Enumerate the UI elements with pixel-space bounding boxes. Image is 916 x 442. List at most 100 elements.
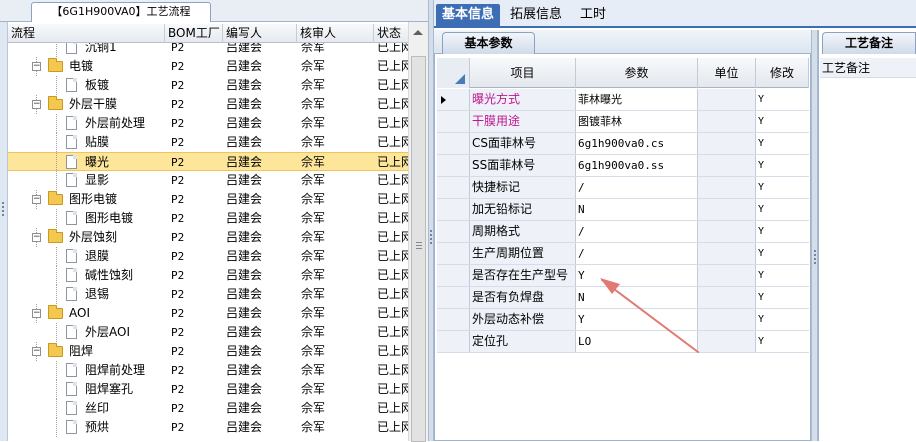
bom-factory-cell: P2 xyxy=(171,79,185,92)
bom-factory-cell: P2 xyxy=(171,307,185,320)
tree-row[interactable]: 图形电镀 P2 吕建会 佘军 已上网 xyxy=(8,209,408,228)
tree-connector xyxy=(56,399,57,418)
tree-row[interactable]: 曝光 P2 吕建会 佘军 已上网 xyxy=(8,152,408,172)
process-tree: 沉铜1 P2 吕建会 佘军 已上网 − 电镀 P2 吕建会 佘军 已上网 板镀 P2 吕建会 佘军 已上网 − 外… xyxy=(8,43,408,441)
col-header-author[interactable]: 编写人 xyxy=(223,24,297,43)
param-row[interactable]: SS面菲林号 6g1h900va0.ss Y xyxy=(437,155,809,177)
param-unit-cell xyxy=(698,199,756,220)
param-value-cell[interactable]: 6g1h900va0.ss xyxy=(576,155,698,176)
status-cell: 已上网 xyxy=(377,363,408,377)
tree-node-label: 图形电镀 xyxy=(85,211,134,225)
param-item-cell: 定位孔 xyxy=(470,331,576,352)
tree-row[interactable]: 外层AOI P2 吕建会 佘军 已上网 xyxy=(8,323,408,342)
tree-row[interactable]: 碱性蚀刻 P2 吕建会 佘军 已上网 xyxy=(8,266,408,285)
tree-row[interactable]: 预烘 P2 吕建会 佘军 已上网 xyxy=(8,418,408,437)
tree-row[interactable]: 阻焊塞孔 P2 吕建会 佘军 已上网 xyxy=(8,380,408,399)
param-row[interactable]: 周期格式 / Y xyxy=(437,221,809,243)
row-indicator xyxy=(437,199,470,220)
col-header-param[interactable]: 参数 xyxy=(576,58,698,88)
author-cell: 吕建会 xyxy=(226,420,263,434)
col-header-modify[interactable]: 修改 xyxy=(756,58,809,88)
status-cell: 已上网 xyxy=(377,173,408,187)
param-modify-cell: Y xyxy=(758,248,765,259)
tree-connector xyxy=(56,153,57,172)
status-cell: 已上网 xyxy=(377,325,408,339)
annotation-arrow xyxy=(600,278,699,353)
bom-factory-cell: P2 xyxy=(171,43,185,54)
tree-node-label: 退膜 xyxy=(85,249,110,263)
document-icon xyxy=(66,363,77,377)
collapse-icon[interactable]: − xyxy=(32,100,41,109)
folder-icon xyxy=(48,96,63,110)
tree-row[interactable]: 贴膜 P2 吕建会 佘军 已上网 xyxy=(8,133,408,152)
tree-row[interactable]: − 阻焊 P2 吕建会 佘军 已上网 xyxy=(8,342,408,361)
collapse-icon[interactable]: − xyxy=(32,62,41,71)
param-value-cell[interactable]: / xyxy=(576,221,698,242)
grid-corner[interactable] xyxy=(437,58,470,88)
left-collapse-splitter[interactable] xyxy=(0,22,8,441)
process-notes-field[interactable]: 工艺备注 xyxy=(820,58,916,78)
param-row[interactable]: 干膜用途 图镀菲林 Y xyxy=(437,111,809,133)
tree-node-label: 图形电镀 xyxy=(69,192,118,206)
param-row[interactable]: CS面菲林号 6g1h900va0.cs Y xyxy=(437,133,809,155)
bom-factory-cell: P2 xyxy=(171,156,185,169)
param-modify-cell: Y xyxy=(758,116,765,127)
param-value-cell[interactable]: 6g1h900va0.cs xyxy=(576,133,698,154)
col-header-flow[interactable]: 流程 xyxy=(8,24,165,43)
tree-row[interactable]: 外层前处理 P2 吕建会 佘军 已上网 xyxy=(8,114,408,133)
tree-row[interactable]: 显影 P2 吕建会 佘军 已上网 xyxy=(8,171,408,190)
param-row[interactable]: 生产周期位置 / Y xyxy=(437,243,809,265)
param-value-cell[interactable]: / xyxy=(576,243,698,264)
tree-connector xyxy=(56,380,57,399)
param-row[interactable]: 快捷标记 / Y xyxy=(437,177,809,199)
tab-basic-info[interactable]: 基本信息 xyxy=(436,4,501,28)
process-flow-tab[interactable]: 【6G1H900VA0】工艺流程 xyxy=(31,2,211,22)
tree-vertical-scrollbar[interactable] xyxy=(408,22,428,442)
collapse-icon[interactable]: − xyxy=(32,309,41,318)
tree-row[interactable]: − 外层蚀刻 P2 吕建会 佘军 已上网 xyxy=(8,228,408,247)
author-cell: 吕建会 xyxy=(226,325,263,339)
tree-row[interactable]: − 图形电镀 P2 吕建会 佘军 已上网 xyxy=(8,190,408,209)
tree-connector xyxy=(56,114,57,133)
tree-row[interactable]: 退膜 P2 吕建会 佘军 已上网 xyxy=(8,247,408,266)
param-item-cell: 快捷标记 xyxy=(470,177,576,198)
collapse-icon[interactable]: − xyxy=(32,347,41,356)
tree-row[interactable]: 丝印 P2 吕建会 佘军 已上网 xyxy=(8,399,408,418)
tab-work-hours[interactable]: 工时 xyxy=(574,4,612,28)
param-row[interactable]: 加无铅标记 N Y xyxy=(437,199,809,221)
collapse-icon[interactable]: − xyxy=(32,233,41,242)
tree-row[interactable]: 沉铜1 P2 吕建会 佘军 已上网 xyxy=(8,43,408,57)
param-value-cell[interactable]: 图镀菲林 xyxy=(576,111,698,132)
tab-extended-info[interactable]: 拓展信息 xyxy=(504,4,568,28)
col-header-item[interactable]: 项目 xyxy=(470,58,576,88)
scrollbar-thumb[interactable] xyxy=(411,56,426,442)
tree-node-label: 外层蚀刻 xyxy=(69,230,118,244)
tree-row[interactable]: − 外层干膜 P2 吕建会 佘军 已上网 xyxy=(8,95,408,114)
param-value-cell[interactable]: N xyxy=(576,199,698,220)
param-item-cell: CS面菲林号 xyxy=(470,133,576,154)
author-cell: 吕建会 xyxy=(226,155,263,169)
tree-row[interactable]: − 电镀 P2 吕建会 佘军 已上网 xyxy=(8,57,408,76)
param-row[interactable]: 曝光方式 菲林曝光 Y xyxy=(437,89,809,111)
author-cell: 吕建会 xyxy=(226,249,263,263)
col-header-unit[interactable]: 单位 xyxy=(698,58,756,88)
main-tabbar: 基本信息 拓展信息 工时 xyxy=(434,0,916,28)
status-cell: 已上网 xyxy=(377,401,408,415)
scroll-up-arrow-icon[interactable] xyxy=(413,30,423,35)
param-value-cell[interactable]: 菲林曝光 xyxy=(576,89,698,110)
tree-row[interactable]: 板镀 P2 吕建会 佘军 已上网 xyxy=(8,76,408,95)
process-notes-tab[interactable]: 工艺备注 xyxy=(822,32,916,54)
col-header-bom[interactable]: BOM工厂 xyxy=(165,24,223,43)
tree-row[interactable]: 退锡 P2 吕建会 佘军 已上网 xyxy=(8,285,408,304)
tree-row[interactable]: 阻焊前处理 P2 吕建会 佘军 已上网 xyxy=(8,361,408,380)
document-icon xyxy=(66,287,77,301)
col-header-reviewer[interactable]: 核审人 xyxy=(297,24,374,43)
notes-splitter[interactable] xyxy=(811,30,818,441)
reviewer-cell: 佘军 xyxy=(301,306,326,320)
param-value-cell[interactable]: / xyxy=(576,177,698,198)
collapse-icon[interactable]: − xyxy=(32,195,41,204)
tree-row[interactable]: − AOI P2 吕建会 佘军 已上网 xyxy=(8,304,408,323)
basic-params-tab[interactable]: 基本参数 xyxy=(442,32,535,54)
reviewer-cell: 佘军 xyxy=(301,268,326,282)
bom-factory-cell: P2 xyxy=(171,402,185,415)
